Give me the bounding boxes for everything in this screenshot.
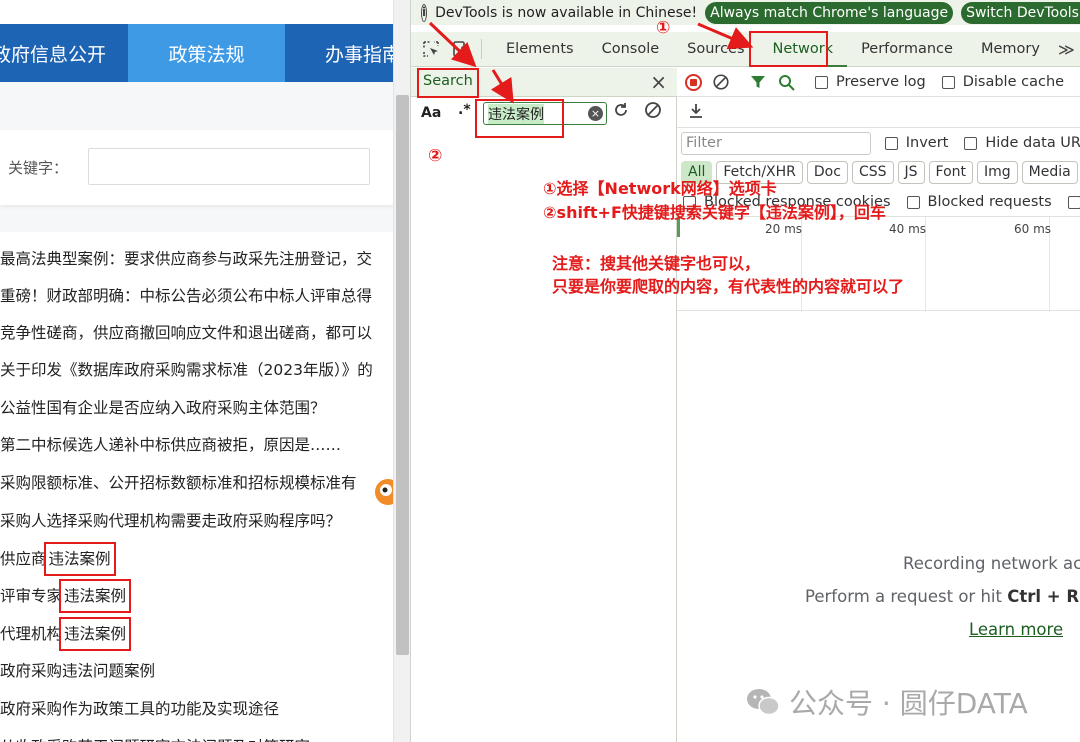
invert-label: Invert — [905, 135, 949, 151]
record-icon[interactable] — [685, 73, 702, 91]
type-filter-css[interactable]: CSS — [851, 161, 894, 184]
keyword-input[interactable] — [88, 148, 370, 185]
empty-recording-text: Recording network act — [903, 554, 1080, 573]
note-line-1: 注意：搜其他关键字也可以， — [552, 254, 761, 273]
timeline-tick-label: 20 ms — [765, 222, 803, 236]
regex-toggle[interactable]: .* — [458, 102, 471, 118]
language-info-bar: i DevTools is now available in Chinese! … — [411, 0, 1080, 25]
article-link[interactable]: 评审专家 违法案例 — [0, 577, 393, 615]
article-prefix: 代理机构 — [0, 625, 63, 643]
third-party-checkbox[interactable]: 3 — [1067, 194, 1080, 210]
article-prefix: 供应商 — [0, 550, 47, 568]
article-link[interactable]: 公益性国有企业是否应纳入政府采购主体范围？ — [0, 389, 393, 427]
article-link[interactable]: 采购人选择采购代理机构需要走政府采购程序吗？ — [0, 502, 393, 540]
network-tab-highlight-box — [749, 31, 828, 67]
mascot-icon[interactable] — [370, 470, 393, 510]
type-filter-doc[interactable]: Doc — [806, 161, 848, 184]
hide-data-urls-checkbox[interactable]: Hide data UR — [964, 135, 1080, 151]
timeline-tick-label: 60 ms — [1014, 222, 1052, 236]
type-filter-media[interactable]: Media — [1021, 161, 1078, 184]
network-toolbar: Preserve log Disable cache — [677, 68, 1080, 97]
highlighted-keyword: 违法案例 — [59, 579, 132, 613]
switch-language-button[interactable]: Switch DevTools to C — [961, 1, 1080, 24]
page-scroll-thumb[interactable] — [396, 95, 409, 655]
info-icon: i — [421, 3, 428, 22]
article-link[interactable]: 第二中标候选人递补中标供应商被拒，原因是…… — [0, 426, 393, 464]
highlighted-keyword: 违法案例 — [43, 542, 116, 576]
site-nav: 政府信息公开 政策法规 办事指南 — [0, 24, 393, 82]
disable-cache-label: Disable cache — [962, 74, 1065, 90]
tab-sources[interactable]: Sources — [673, 32, 758, 67]
tab-elements[interactable]: Elements — [492, 32, 588, 67]
timeline-tick-label: 40 ms — [889, 222, 927, 236]
type-filter-img[interactable]: Img — [977, 161, 1018, 184]
nav-tab-policy[interactable]: 政策法规 — [128, 24, 285, 82]
filter-icon[interactable] — [750, 74, 766, 90]
article-link[interactable]: 重磅！财政部明确：中标公告必须公布中标人评审总得 — [0, 277, 393, 315]
page-scrollbar[interactable] — [393, 0, 410, 742]
match-case-toggle[interactable]: Aa — [421, 105, 441, 121]
article-link[interactable]: 关于印发《数据库政府采购需求标准（2023年版）》的 — [0, 351, 393, 389]
article-link[interactable]: 从收政采购若干问题研究方法问题及对策研究 — [0, 728, 393, 742]
type-filter-js[interactable]: JS — [897, 161, 925, 184]
article-link[interactable]: 政府采购作为政策工具的功能及实现途径 — [0, 690, 393, 728]
nav-tab-guide[interactable]: 办事指南 — [285, 24, 393, 82]
article-link[interactable]: 最高法典型案例：要求供应商参与政采先注册登记，交 — [0, 240, 393, 278]
devtools-tab-bar: Elements Console Sources Network Perform… — [411, 32, 1080, 67]
filter-input[interactable]: Filter — [681, 131, 871, 155]
blocked-requests-checkbox[interactable]: Blocked requests — [906, 194, 1052, 210]
learn-more-link[interactable]: Learn more — [969, 620, 1063, 639]
wechat-icon — [747, 689, 780, 716]
clear-results-icon[interactable] — [643, 100, 663, 120]
preserve-log-label: Preserve log — [836, 74, 926, 90]
export-har-icon[interactable] — [687, 102, 705, 120]
network-toolbar-secondary — [677, 97, 1080, 128]
hide-data-urls-label: Hide data UR — [985, 135, 1080, 151]
article-link[interactable]: 供应商 违法案例 — [0, 540, 393, 578]
always-match-language-button[interactable]: Always match Chrome's language — [705, 1, 954, 24]
keyword-label: 关键字： — [8, 159, 69, 177]
nav-tab-gov-info[interactable]: 政府信息公开 — [0, 24, 128, 82]
article-link[interactable]: 采购限额标准、公开招标数额标准和招标规模标准有 — [0, 464, 393, 502]
tab-memory[interactable]: Memory — [967, 32, 1054, 67]
blocked-requests-label: Blocked requests — [927, 194, 1052, 210]
clear-log-icon[interactable] — [712, 73, 730, 91]
tab-performance[interactable]: Performance — [847, 32, 967, 67]
article-link[interactable]: 政府采购违法问题案例 — [0, 652, 393, 690]
more-tabs-icon[interactable]: ≫ — [1054, 40, 1075, 59]
refresh-icon[interactable] — [611, 100, 631, 120]
search-tab-highlight-box — [417, 68, 479, 98]
clear-input-icon[interactable]: × — [588, 106, 603, 121]
highlighted-keyword: 违法案例 — [59, 617, 132, 651]
step-1-marker: ① — [656, 18, 671, 38]
inspect-element-icon[interactable] — [421, 39, 441, 59]
type-filter-font[interactable]: Font — [928, 161, 973, 184]
filter-row: Filter Invert Hide data UR — [677, 128, 1080, 158]
empty-perform-text: Perform a request or hit Ctrl + R to — [805, 587, 1080, 606]
search-icon[interactable] — [778, 74, 795, 91]
tab-divider — [481, 39, 482, 59]
close-icon[interactable]: × — [650, 70, 667, 94]
search-drawer: Search × Aa .* 违法案例 × — [411, 68, 677, 742]
disable-cache-checkbox[interactable]: Disable cache — [941, 74, 1065, 90]
article-prefix: 评审专家 — [0, 587, 63, 605]
instruction-step-2: ②shift+F快捷键搜索关键字【违法案例】，回车 — [543, 203, 886, 222]
invert-checkbox[interactable]: Invert — [884, 135, 949, 151]
article-link[interactable]: 竞争性磋商，供应商撤回响应文件和退出磋商，都可以 — [0, 314, 393, 352]
article-link[interactable]: 代理机构 违法案例 — [0, 615, 393, 653]
search-field-highlight-box — [475, 99, 564, 138]
note-line-2: 只要是你要爬取的内容，有代表性的内容就可以了 — [552, 277, 905, 296]
network-panel: Preserve log Disable cache Filter Invert… — [677, 68, 1080, 742]
webpage-viewport: 政府信息公开 政策法规 办事指南 关键字： 最高法典型案例：要求供应商参与政采先… — [0, 0, 393, 742]
device-toolbar-icon[interactable] — [451, 39, 471, 59]
step-2-marker: ② — [428, 146, 443, 166]
preserve-log-checkbox[interactable]: Preserve log — [815, 74, 926, 90]
watermark: 公众号 · 圆仔DATA — [745, 682, 1028, 722]
watermark-text: 公众号 · 圆仔DATA — [789, 687, 1028, 720]
reload-shortcut: Ctrl + R — [1007, 587, 1080, 606]
instruction-step-1: ①选择【Network网络】选项卡 — [543, 179, 777, 198]
